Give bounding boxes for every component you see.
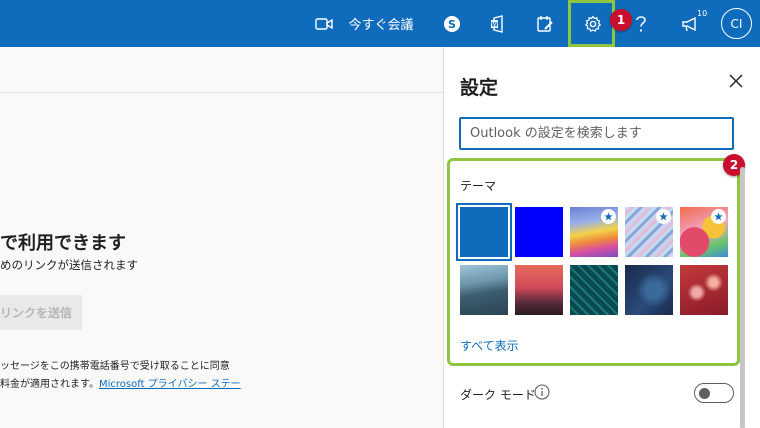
dark-mode-label: ダーク モード bbox=[460, 388, 536, 402]
meet-now-label: 今すぐ会議 bbox=[348, 18, 414, 33]
privacy-link[interactable]: Microsoft プライバシー ステー bbox=[99, 379, 241, 390]
video-icon[interactable] bbox=[312, 0, 336, 47]
gear-highlight bbox=[568, 0, 615, 47]
panel-title: 設定 bbox=[460, 77, 499, 99]
send-link-button[interactable]: リンクを送信 bbox=[0, 295, 82, 330]
avatar-initials: CI bbox=[730, 16, 743, 31]
avatar[interactable]: CI bbox=[721, 8, 752, 39]
settings-search[interactable] bbox=[459, 117, 734, 150]
notification-count: 10 bbox=[696, 9, 709, 18]
step-badge-1: 1 bbox=[610, 9, 632, 31]
top-bar: 今すぐ会議 S W 10 CI bbox=[0, 0, 760, 47]
info-icon[interactable] bbox=[534, 384, 550, 400]
scrollbar[interactable] bbox=[740, 167, 745, 428]
meet-now-button[interactable]: 今すぐ会議 bbox=[348, 0, 414, 47]
main-content: で利用できます めのリンクが送信されます リンクを送信 ッセージをこの携帯電話番… bbox=[0, 47, 443, 428]
legal-prefix: 料金が適用されます。 bbox=[0, 379, 99, 390]
svg-text:S: S bbox=[448, 18, 456, 31]
settings-panel: 設定 テーマ すべて表示 2 ダーク モード bbox=[443, 47, 760, 428]
office-icon[interactable]: W bbox=[486, 0, 510, 47]
toggle-knob bbox=[699, 387, 710, 399]
main-subtext: めのリンクが送信されます bbox=[0, 258, 138, 272]
skype-icon[interactable]: S bbox=[440, 0, 464, 47]
main-toolbar bbox=[0, 47, 443, 93]
theme-highlight bbox=[447, 158, 740, 366]
main-headline: で利用できます bbox=[0, 233, 126, 254]
svg-text:W: W bbox=[491, 21, 498, 28]
close-icon[interactable] bbox=[726, 71, 746, 91]
legal-text-line2: 料金が適用されます。Microsoft プライバシー ステー bbox=[0, 375, 241, 390]
dark-mode-toggle[interactable] bbox=[694, 383, 734, 403]
help-icon[interactable] bbox=[630, 0, 652, 47]
search-input[interactable] bbox=[461, 119, 732, 148]
my-day-icon[interactable] bbox=[533, 0, 557, 47]
megaphone-icon[interactable]: 10 bbox=[676, 0, 709, 47]
legal-text-line1: ッセージをこの携帯電話番号で受け取ることに同意 bbox=[0, 361, 230, 372]
